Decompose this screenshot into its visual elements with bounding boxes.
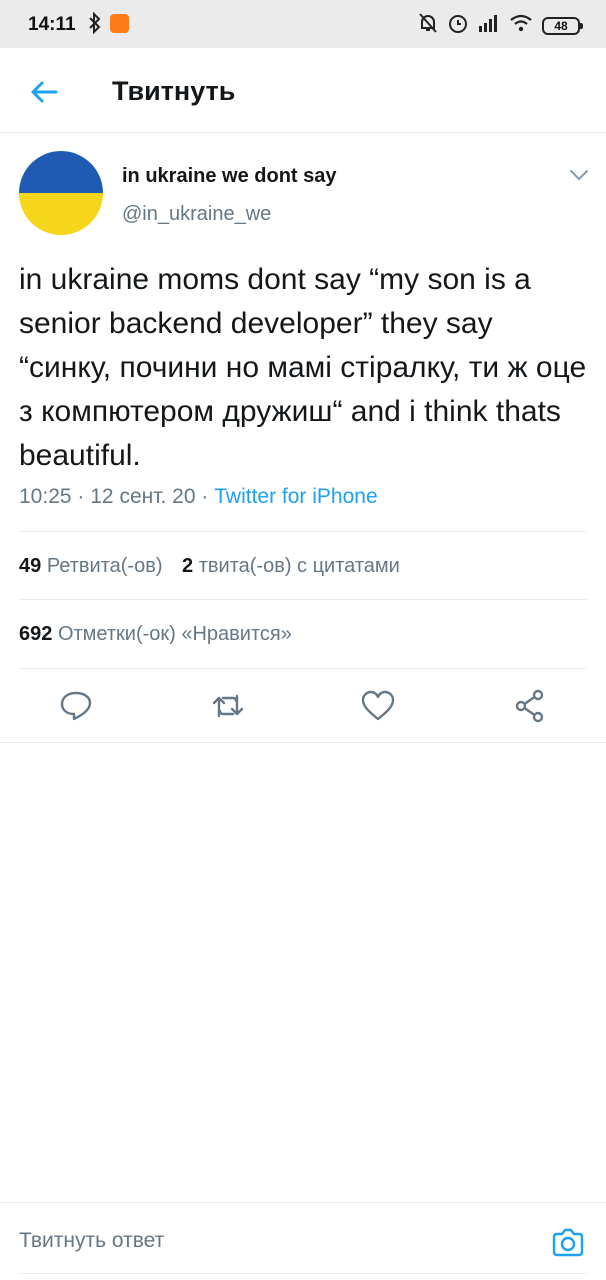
reply-underline bbox=[19, 1273, 587, 1274]
reply-button[interactable] bbox=[58, 688, 94, 724]
quotes-stat[interactable]: 2 твита(-ов) с цитатами bbox=[182, 555, 400, 577]
retweets-stat[interactable]: 49 Ретвита(-ов) bbox=[19, 555, 162, 577]
heart-icon bbox=[361, 690, 395, 721]
author-username: @in_ukraine_we bbox=[122, 203, 272, 225]
reply-input[interactable]: Твитнуть ответ bbox=[19, 1229, 164, 1253]
page-title: Твитнуть bbox=[112, 76, 236, 106]
divider bbox=[19, 531, 587, 532]
back-button[interactable] bbox=[26, 74, 62, 110]
quotes-label: твита(-ов) с цитатами bbox=[198, 555, 400, 577]
divider bbox=[19, 599, 587, 600]
tweet-text: in ukraine moms dont say “my son is a se… bbox=[19, 263, 587, 472]
share-icon bbox=[515, 689, 544, 723]
app-header: Твитнуть bbox=[0, 48, 606, 133]
tweet-source-link[interactable]: Twitter for iPhone bbox=[214, 485, 377, 508]
bell-off-icon bbox=[418, 12, 438, 39]
divider bbox=[0, 742, 606, 743]
retweet-stats: 49 Ретвита(-ов) 2 твита(-ов) с цитатами bbox=[19, 555, 414, 578]
battery-indicator: 48 bbox=[542, 16, 583, 35]
retweet-button[interactable] bbox=[210, 688, 246, 724]
alarm-icon bbox=[447, 12, 469, 39]
status-time: 14:11 bbox=[28, 14, 76, 35]
avatar[interactable] bbox=[19, 151, 103, 235]
tweet-meta: 10:25 · 12 сент. 20 · Twitter for iPhone bbox=[19, 485, 378, 509]
meta-separator: · bbox=[77, 485, 85, 508]
retweets-label: Ретвита(-ов) bbox=[46, 555, 163, 577]
tweet-time: 10:25 bbox=[19, 485, 72, 508]
status-icons: 48 bbox=[418, 12, 583, 39]
reply-bar: Твитнуть ответ bbox=[0, 1202, 606, 1280]
camera-icon bbox=[552, 1228, 584, 1257]
share-button[interactable] bbox=[512, 688, 548, 724]
quotes-count: 2 bbox=[182, 555, 194, 577]
meta-separator: · bbox=[201, 485, 209, 508]
retweets-count: 49 bbox=[19, 555, 42, 577]
like-button[interactable] bbox=[360, 688, 396, 724]
arrow-left-icon bbox=[31, 81, 58, 103]
mi-app-icon bbox=[110, 14, 129, 33]
wifi-icon bbox=[509, 14, 533, 37]
tweet-actions bbox=[0, 688, 606, 728]
divider bbox=[19, 668, 587, 669]
author-display-name[interactable]: in ukraine we dont say bbox=[122, 165, 337, 188]
flag-blue-stripe bbox=[19, 151, 103, 193]
like-stats: 692 Отметки(-ок) «Нравится» bbox=[19, 623, 306, 646]
flag-yellow-stripe bbox=[19, 193, 103, 235]
retweet-icon bbox=[212, 694, 244, 718]
status-bar: 14:11 48 bbox=[0, 0, 606, 48]
likes-label: Отметки(-ок) «Нравится» bbox=[57, 623, 292, 645]
bluetooth-icon bbox=[88, 11, 102, 39]
chevron-down-icon[interactable] bbox=[568, 164, 590, 191]
likes-count: 692 bbox=[19, 623, 53, 645]
likes-stat[interactable]: 692 Отметки(-ок) «Нравится» bbox=[19, 623, 292, 645]
reply-icon bbox=[60, 691, 92, 721]
signal-icon bbox=[478, 14, 500, 37]
tweet-date: 12 сент. 20 bbox=[90, 485, 196, 508]
camera-button[interactable] bbox=[550, 1225, 586, 1261]
